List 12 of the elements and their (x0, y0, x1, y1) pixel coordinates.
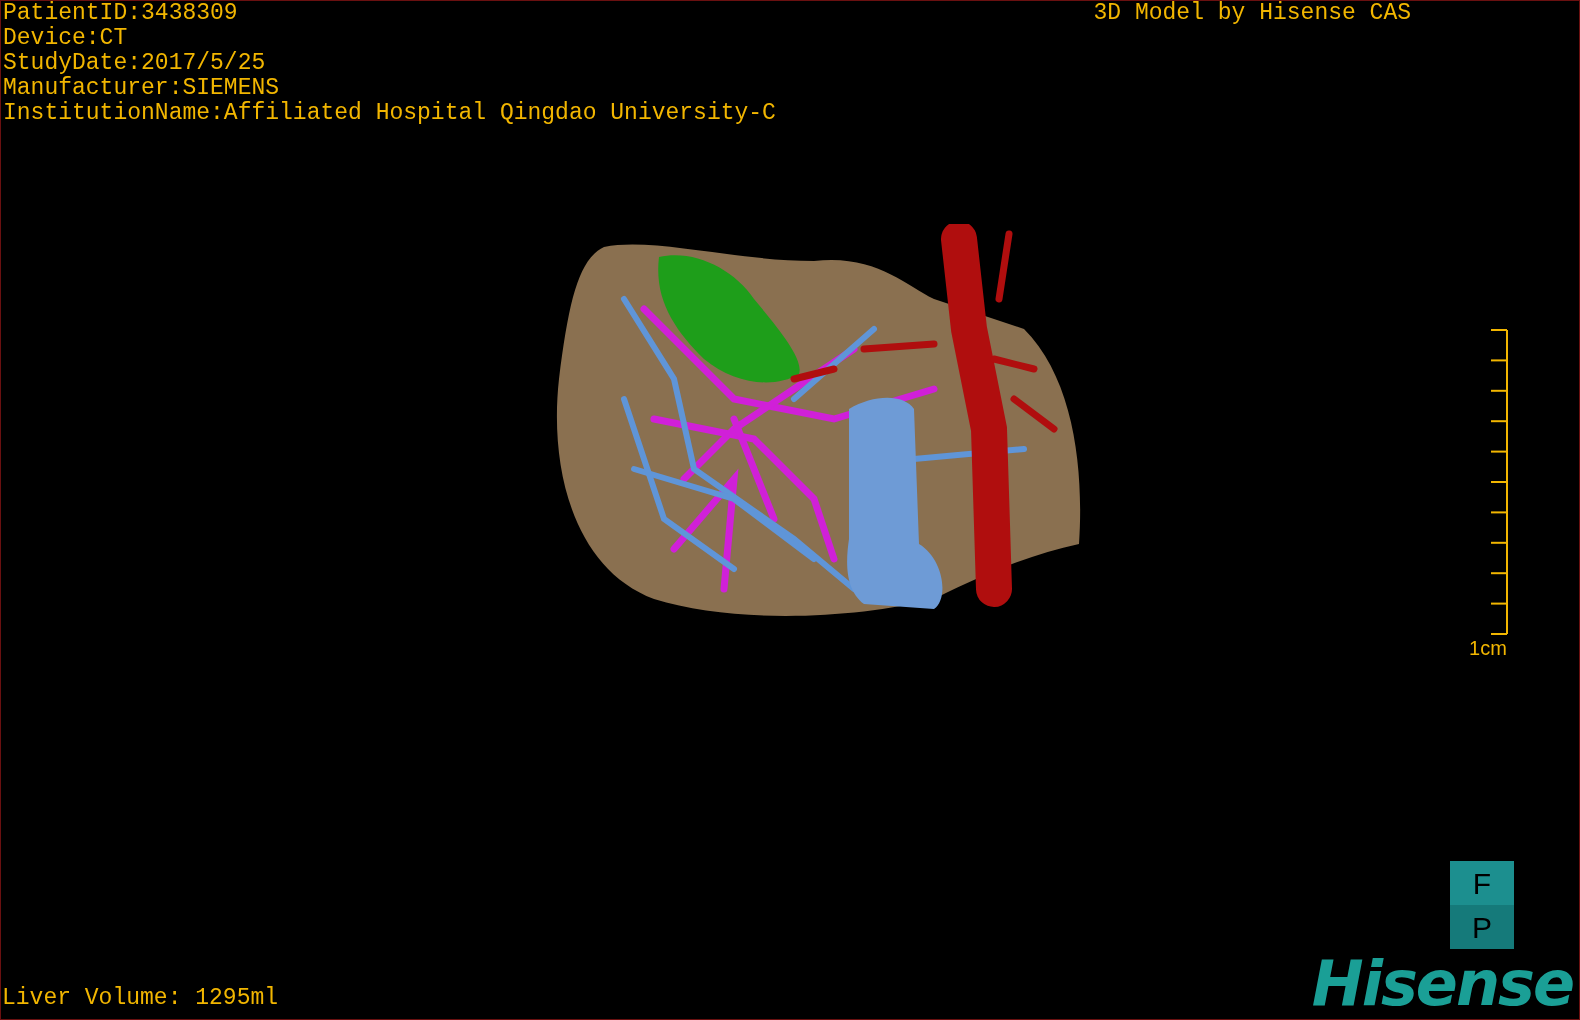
brand-logo: Hisense (1311, 949, 1574, 1019)
patient-info-text: InstitutionName:Affiliated Hospital Qingdao University-C (3, 101, 776, 126)
scale-ruler-icon (1491, 328, 1509, 635)
patient-info-text: PatientID:3438309 (3, 1, 239, 26)
patient-info-text: Device:CT (3, 26, 129, 51)
patient-info-text: StudyDate:2017/5/25 (3, 51, 267, 76)
orientation-cube-face[interactable]: F (1450, 861, 1514, 905)
viewer-title: 3D Model by Hisense CAS (1093, 1, 1411, 26)
patient-info-text: Manufacturer:SIEMENS (3, 76, 281, 101)
orientation-cube-face[interactable]: P (1450, 905, 1514, 949)
scale-label: 1cm (1469, 636, 1507, 659)
liver-volume-text: Liver Volume: 1295ml (1, 986, 279, 1013)
